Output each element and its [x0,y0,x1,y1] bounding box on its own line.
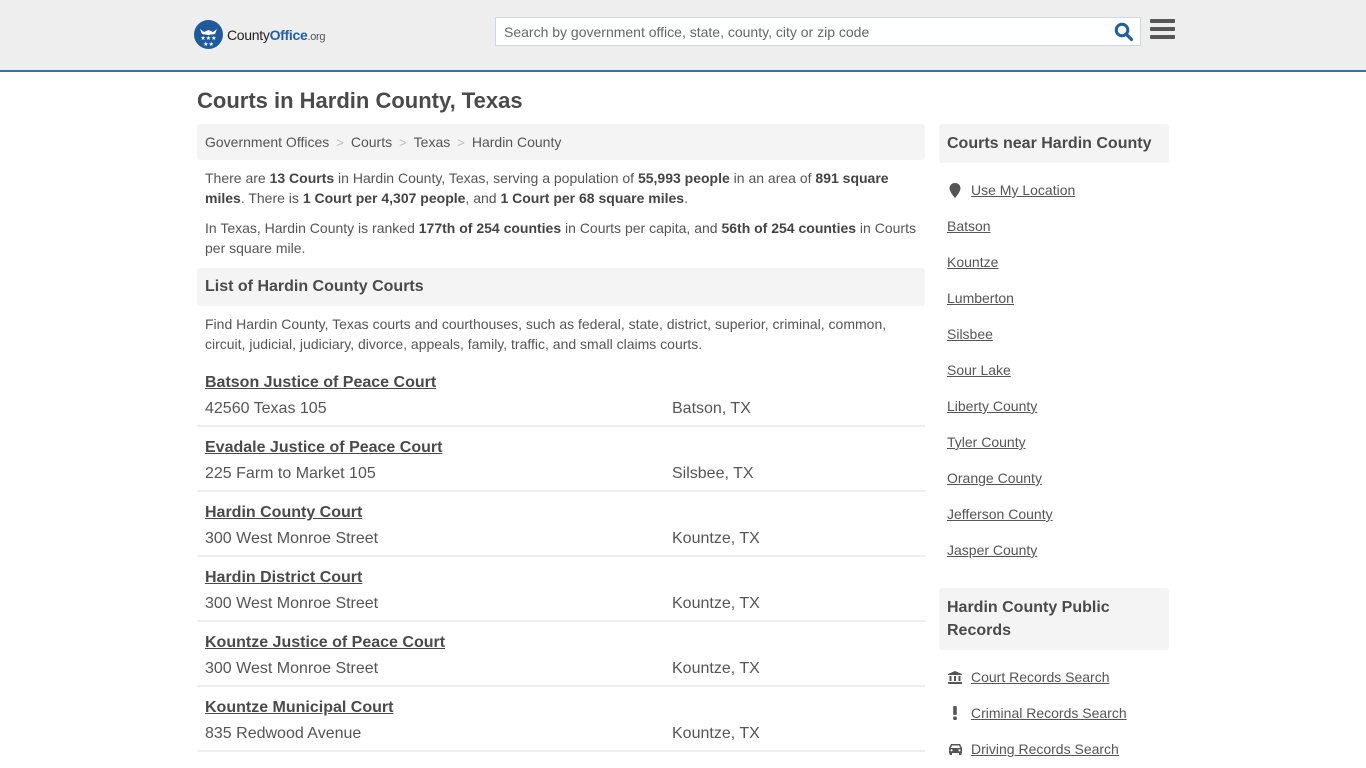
court-address: 300 West Monroe Street [205,595,379,612]
court-name-link[interactable]: Batson Justice of Peace Court [205,374,436,391]
logo-text-office: Office [269,26,308,43]
court-city: Kountze, TX [672,595,760,612]
records-link-item: Court Records Search [947,659,1161,695]
population: 55,993 people [637,170,730,186]
court-list-item: Batson Justice of Peace Court 42560 Texa… [197,362,925,427]
court-name-link[interactable]: Hardin District Court [205,569,362,586]
courts-per-area: 1 Court per 68 square miles [500,190,685,206]
court-name-link[interactable]: Hardin County Court [205,504,362,521]
eagle-stars-badge-icon: ★★★ ★★ [194,20,223,49]
court-list-item: Hardin County Court 300 West Monroe Stre… [197,492,925,557]
court-records-search-link[interactable]: Court Records Search [971,669,1110,685]
nearby-link-jasper-county[interactable]: Jasper County [947,542,1037,558]
criminal-records-search-link[interactable]: Criminal Records Search [971,705,1127,721]
nearby-link-lumberton[interactable]: Lumberton [947,290,1014,306]
court-city: Kountze, TX [672,660,760,677]
nearby-link-item: Sour Lake [947,352,1161,388]
breadcrumb-government-offices[interactable]: Government Offices [205,134,329,150]
court-address: 835 Redwood Avenue [205,725,362,742]
breadcrumb-courts[interactable]: Courts [351,134,392,150]
court-list-item: Hardin District Court 300 West Monroe St… [197,557,925,622]
exclamation-icon [947,706,963,720]
court-name-link[interactable]: Kountze Municipal Court [205,699,393,716]
court-name-link[interactable]: Kountze Justice of Peace Court [205,634,445,651]
courthouse-icon [947,670,963,684]
use-my-location-item: Use My Location [947,172,1161,208]
logo-text-org: .org [307,30,326,43]
court-city: Kountze, TX [672,725,760,742]
nearby-link-batson[interactable]: Batson [947,218,991,234]
public-records-list: Court Records Search Criminal Records Se… [939,659,1169,767]
breadcrumb-separator: > [457,134,465,150]
breadcrumb-separator: > [399,134,407,150]
public-records-heading: Hardin County Public Records [939,588,1169,650]
nearby-link-item: Silsbee [947,316,1161,352]
court-list-heading: List of Hardin County Courts [197,268,925,306]
court-address: 300 West Monroe Street [205,530,379,547]
court-list-item: Evadale Justice of Peace Court 225 Farm … [197,427,925,492]
map-marker-icon [947,182,963,198]
nearby-courts-heading: Courts near Hardin County [939,124,1169,163]
nearby-link-item: Jefferson County [947,496,1161,532]
nearby-link-item: Jasper County [947,532,1161,568]
records-link-item: Driving Records Search [947,731,1161,767]
court-list-item: Kountze Justice of Peace Court 300 West … [197,622,925,687]
svg-text:★★: ★★ [203,41,214,48]
records-link-item: Criminal Records Search [947,695,1161,731]
county-summary: There are 13 Courts in Hardin County, Te… [197,160,925,258]
court-count: 13 Courts [269,170,335,186]
main-content: Government Offices > Courts > Texas > Ha… [197,124,925,752]
search-input[interactable] [496,18,1096,45]
court-address: 300 West Monroe Street [205,660,379,677]
car-icon [947,743,963,755]
nearby-link-item: Orange County [947,460,1161,496]
nearby-link-jefferson-county[interactable]: Jefferson County [947,506,1053,522]
search-icon [1114,22,1134,42]
logo-text-county: County [227,26,270,43]
sidebar: Courts near Hardin County Use My Locatio… [939,124,1169,767]
court-city: Batson, TX [672,400,751,417]
rank-per-area: 56th of 254 counties [721,220,857,236]
court-city: Silsbee, TX [672,465,754,482]
nearby-link-silsbee[interactable]: Silsbee [947,326,993,342]
logo-text: CountyOffice.org [227,26,326,43]
court-address: 225 Farm to Market 105 [205,465,376,482]
nearby-link-item: Tyler County [947,424,1161,460]
nearby-link-kountze[interactable]: Kountze [947,254,998,270]
hamburger-menu-button[interactable] [1150,19,1175,41]
nearby-link-item: Batson [947,208,1161,244]
breadcrumb-texas[interactable]: Texas [414,134,451,150]
courts-per-people: 1 Court per 4,307 people [302,190,466,206]
court-name-link[interactable]: Evadale Justice of Peace Court [205,439,442,456]
search-button[interactable] [1114,22,1134,42]
breadcrumb: Government Offices > Courts > Texas > Ha… [197,124,925,160]
nearby-link-sour-lake[interactable]: Sour Lake [947,362,1011,378]
summary-paragraph-rank: In Texas, Hardin County is ranked 177th … [205,220,916,256]
summary-paragraph-counts: There are 13 Courts in Hardin County, Te… [205,170,889,206]
nearby-link-liberty-county[interactable]: Liberty County [947,398,1037,414]
breadcrumb-hardin-county[interactable]: Hardin County [472,134,562,150]
nearby-link-orange-county[interactable]: Orange County [947,470,1042,486]
nearby-link-tyler-county[interactable]: Tyler County [947,434,1026,450]
nearby-courts-list: Use My Location Batson Kountze Lumberton… [939,172,1169,568]
nearby-link-item: Kountze [947,244,1161,280]
search-box [495,17,1141,46]
court-list-item: Kountze Municipal Court 835 Redwood Aven… [197,687,925,752]
hamburger-menu-icon [1150,19,1175,39]
court-list: Batson Justice of Peace Court 42560 Texa… [197,362,925,752]
breadcrumb-separator: > [336,134,344,150]
site-header: ★★★ ★★ CountyOffice.org [0,0,1366,72]
nearby-link-item: Lumberton [947,280,1161,316]
page-title: Courts in Hardin County, Texas [197,88,523,113]
court-list-description: Find Hardin County, Texas courts and cou… [205,316,887,352]
court-city: Kountze, TX [672,530,760,547]
driving-records-search-link[interactable]: Driving Records Search [971,741,1119,757]
nearby-link-item: Liberty County [947,388,1161,424]
site-logo[interactable]: ★★★ ★★ CountyOffice.org [194,20,326,49]
use-my-location-link[interactable]: Use My Location [971,182,1075,198]
court-address: 42560 Texas 105 [205,400,327,417]
rank-per-capita: 177th of 254 counties [418,220,562,236]
